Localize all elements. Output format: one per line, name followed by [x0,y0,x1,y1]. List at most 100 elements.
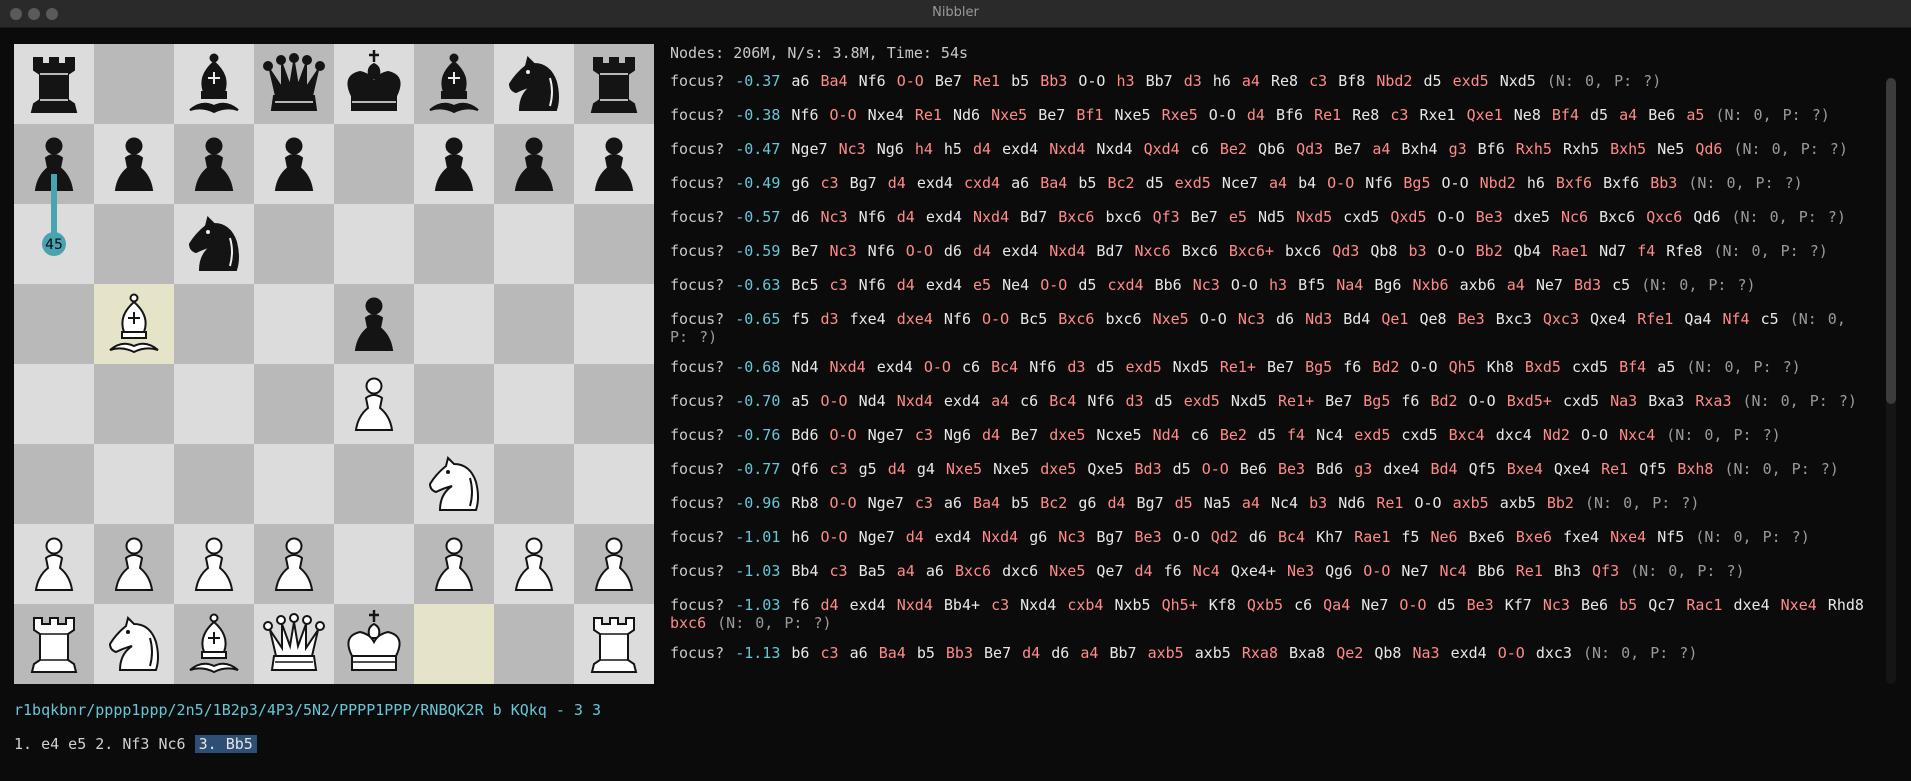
square-c2[interactable] [174,524,254,604]
pv-move[interactable]: d6 [944,242,962,260]
pv-move[interactable]: O-O [1363,562,1390,580]
pv-move[interactable]: O-O [830,426,857,444]
pv-move[interactable]: d4 [1135,562,1153,580]
pv-move[interactable]: Bg5 [1363,392,1390,410]
pv-move[interactable]: a4 [1507,276,1525,294]
pv-move[interactable]: Bxc6 [1599,208,1635,226]
pv-move[interactable]: Bxd5+ [1507,392,1552,410]
pv-move[interactable]: Bxh4 [1401,140,1437,158]
pv-move[interactable]: O-O [1469,392,1496,410]
pv-move[interactable]: Bg6 [1374,276,1401,294]
pv-move[interactable]: bxc6 [1285,242,1321,260]
pv-move[interactable]: Ng6 [877,140,904,158]
pv-move[interactable]: O-O [1438,208,1465,226]
pv-move[interactable]: fxe4 [850,310,886,328]
square-c4[interactable] [174,364,254,444]
pv-move[interactable]: Bg5 [1403,174,1430,192]
pv-move[interactable]: a5 [791,392,809,410]
pv-move[interactable]: Rxa3 [1695,392,1731,410]
pv-move[interactable]: Nxc4 [1619,426,1655,444]
pv-move[interactable]: d4 [982,426,1000,444]
pv-move[interactable]: Qb4 [1514,242,1541,260]
pv-move[interactable]: Nc4 [1271,494,1298,512]
pv-move[interactable]: Ne5 [1657,140,1684,158]
square-a8[interactable] [14,44,94,124]
pv-move[interactable]: axb6 [1460,276,1496,294]
pv-move[interactable]: c3 [830,562,848,580]
pv-move[interactable]: Nge7 [791,140,827,158]
pv-move[interactable]: c3 [915,426,933,444]
pv-move[interactable]: Bb3 [946,644,973,662]
pv-move[interactable]: Ba4 [879,644,906,662]
pv-move[interactable]: a4 [1242,72,1260,90]
pv-move[interactable]: exd5 [1184,392,1220,410]
square-h4[interactable] [574,364,654,444]
pv-move[interactable]: Bxe6 [1516,528,1552,546]
square-e4[interactable] [334,364,414,444]
pv-move[interactable]: f6 [1343,358,1361,376]
pv-move[interactable]: axb5 [1195,644,1231,662]
pv-move[interactable]: Kh7 [1316,528,1343,546]
pv-move[interactable]: Re8 [1352,106,1379,124]
pv-scrollbar[interactable] [1886,78,1896,684]
pv-move[interactable]: b6 [791,644,809,662]
pv-move[interactable]: Ne7 [1361,596,1388,614]
pv-move[interactable]: h3 [1116,72,1134,90]
pv-move[interactable]: Qxd4 [1144,140,1180,158]
pv-move[interactable]: Bd6 [1316,460,1343,478]
pv-move[interactable]: b5 [1011,494,1029,512]
pv-move[interactable]: Qc7 [1648,596,1675,614]
square-b5[interactable] [94,284,174,364]
pv-move[interactable]: Rfe8 [1666,242,1702,260]
pv-move[interactable]: Nf6 [868,242,895,260]
pv-move[interactable]: O-O [830,494,857,512]
pv-move[interactable]: Nxd5 [1500,72,1536,90]
pv-move[interactable]: f6 [791,596,809,614]
pv-move[interactable]: Qxe4 [1554,460,1590,478]
pv-move[interactable]: Nc4 [1440,562,1467,580]
pv-move[interactable]: d5 [1146,174,1164,192]
pv-move[interactable]: a6 [850,644,868,662]
pv-move[interactable]: Nf6 [791,106,818,124]
pv-move[interactable]: Nc3 [1058,528,1085,546]
pv-move[interactable]: Bc4 [1049,392,1076,410]
pv-move[interactable]: g6 [791,174,809,192]
pv-move[interactable]: Qxc3 [1543,310,1579,328]
pv-move[interactable]: Nf6 [1087,392,1114,410]
pv-move[interactable]: O-O [1202,460,1229,478]
pv-move[interactable]: a5 [1686,106,1704,124]
pv-move[interactable]: Bxh5 [1610,140,1646,158]
pv-move[interactable]: Nf6 [1029,358,1056,376]
pv-move[interactable]: Qxd5 [1390,208,1426,226]
pv-move[interactable]: Nxd4 [1020,596,1056,614]
square-d6[interactable] [254,204,334,284]
pv-move[interactable]: Nf5 [1657,528,1684,546]
pv-move[interactable]: a4 [1242,494,1260,512]
square-d1[interactable] [254,604,334,684]
square-d2[interactable] [254,524,334,604]
pv-move[interactable]: Na4 [1336,276,1363,294]
pv-move[interactable]: Ba4 [1040,174,1067,192]
pv-move[interactable]: Nf6 [859,208,886,226]
pv-move[interactable]: Rxe1 [1419,106,1455,124]
pv-move[interactable]: O-O [1410,358,1437,376]
pv-move[interactable]: cxd5 [1343,208,1379,226]
pv-move[interactable]: c6 [1294,596,1312,614]
pv-move[interactable]: b5 [1619,596,1637,614]
pv-move[interactable]: O-O [821,392,848,410]
pv-move[interactable]: Qf6 [791,460,818,478]
pv-move[interactable]: O-O [1399,596,1426,614]
pv-move[interactable]: Re1 [1314,106,1341,124]
pv-move[interactable]: Nbd2 [1480,174,1516,192]
pv-move[interactable]: d4 [897,276,915,294]
pv-move[interactable]: Re1 [1601,460,1628,478]
pv-move[interactable]: b5 [1011,72,1029,90]
pv-move[interactable]: d3 [1126,392,1144,410]
pv-move[interactable]: Nxd5 [1231,392,1267,410]
pv-move[interactable]: Bxc3 [1496,310,1532,328]
square-h1[interactable] [574,604,654,684]
pv-move[interactable]: O-O [1200,310,1227,328]
square-b3[interactable] [94,444,174,524]
pv-move[interactable]: Rb8 [791,494,818,512]
pv-move[interactable]: exd4 [850,596,886,614]
